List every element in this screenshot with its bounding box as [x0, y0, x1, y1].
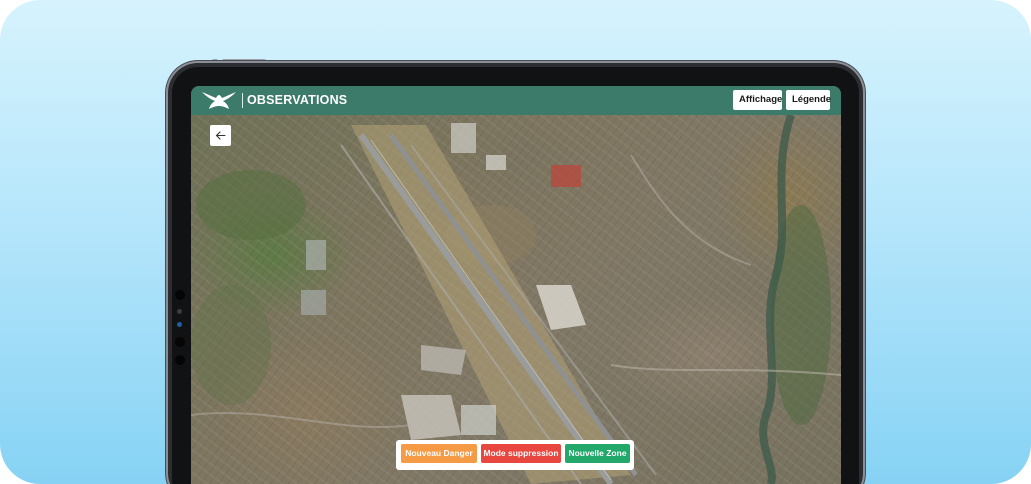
affichage-button[interactable]: Affichage — [733, 90, 782, 110]
new-zone-button[interactable]: Nouvelle Zone — [565, 444, 630, 463]
map-action-bar: Nouveau Danger Mode suppression Nouvelle… — [396, 440, 634, 470]
device-sensor-1 — [175, 290, 185, 300]
device-sensor-5 — [175, 355, 185, 365]
device-sensor-2 — [177, 309, 182, 314]
app-header: OBSERVATIONS Affichage Légende — [191, 86, 841, 115]
header-separator — [242, 93, 243, 108]
app-screen: OBSERVATIONS Affichage Légende Nouveau D… — [191, 86, 841, 484]
delete-mode-button[interactable]: Mode suppression — [481, 444, 561, 463]
bird-logo-icon — [202, 92, 236, 109]
arrow-left-icon — [215, 131, 226, 140]
page-title: OBSERVATIONS — [247, 93, 348, 107]
device-sensor-3 — [177, 322, 182, 327]
legende-button[interactable]: Légende — [786, 90, 831, 110]
device-sensor-4 — [175, 337, 185, 347]
map-imagery — [191, 115, 841, 484]
back-button[interactable] — [210, 125, 231, 146]
new-danger-button[interactable]: Nouveau Danger — [401, 444, 477, 463]
satellite-map[interactable]: Nouveau Danger Mode suppression Nouvelle… — [191, 115, 841, 484]
